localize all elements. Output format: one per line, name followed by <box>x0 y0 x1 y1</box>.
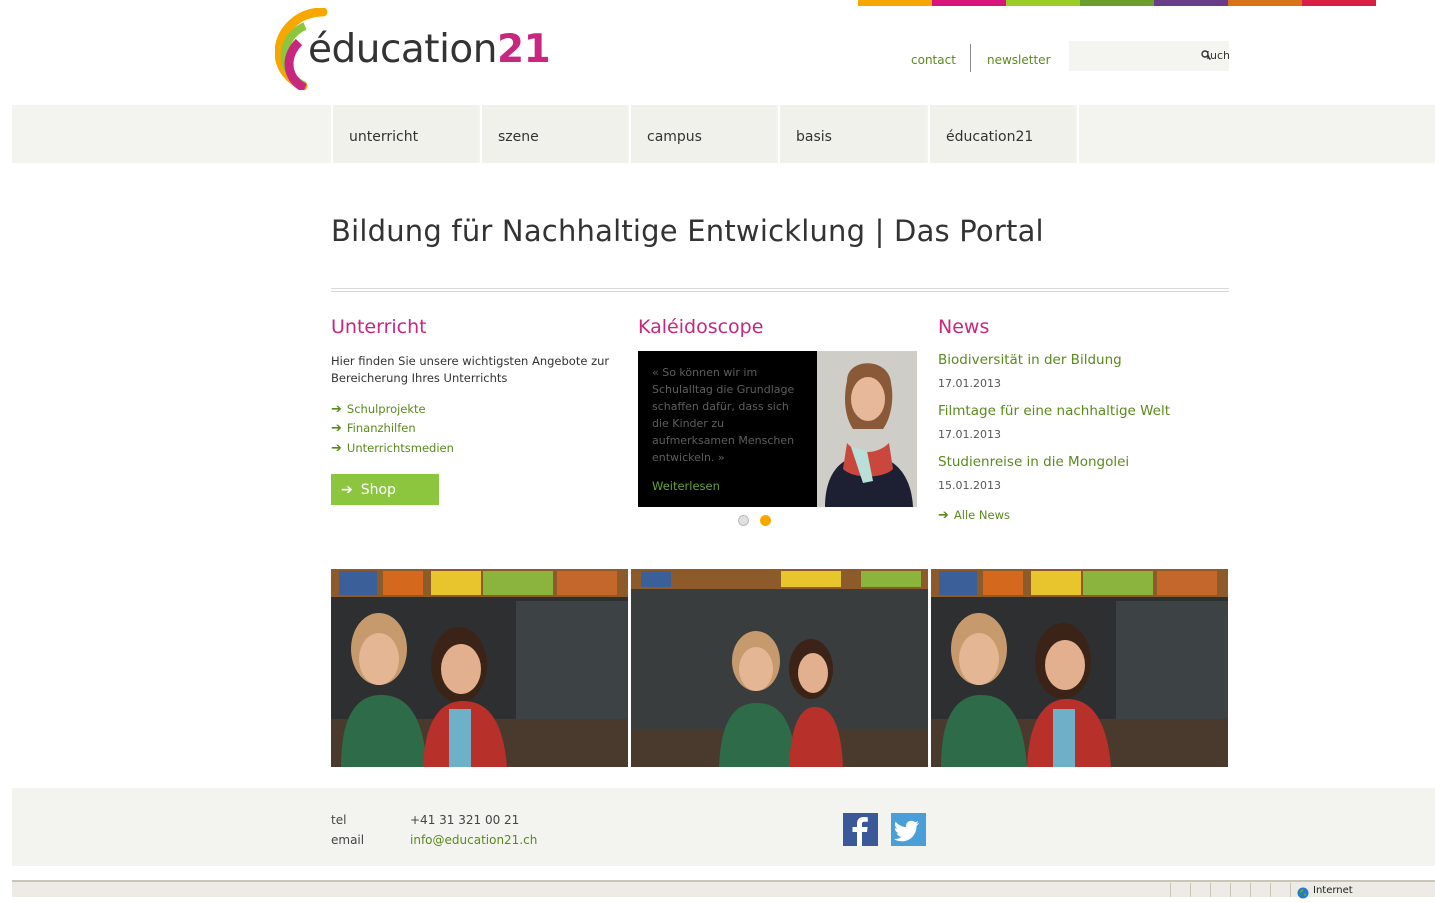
status-separator <box>1170 883 1171 897</box>
link-label: Schulprojekte <box>346 402 426 416</box>
link-label: Finanzhilfen <box>346 421 416 435</box>
tel-label: tel <box>331 813 347 827</box>
link-unterrichtsmedien[interactable]: ➔ Unterrichtsmedien <box>331 441 454 456</box>
kaleidoscope-quote: « So können wir im Schulalltag die Grund… <box>652 366 795 464</box>
status-separator <box>1250 883 1251 897</box>
classroom-photo <box>331 569 628 767</box>
color-strip <box>858 0 1376 6</box>
newsletter-link[interactable]: newsletter <box>987 53 1051 67</box>
unterricht-intro: Hier finden Sie unsere wichtigsten Angeb… <box>331 354 610 385</box>
browser-status-bar <box>12 880 1435 897</box>
site-logo[interactable]: éducation21 <box>275 8 551 90</box>
news-item-title[interactable]: Biodiversität in der Bildung <box>938 352 1122 368</box>
news-item-date: 17.01.2013 <box>938 428 1001 441</box>
divider <box>331 291 1229 292</box>
kaleidoscope-heading: Kaléidoscope <box>638 316 764 338</box>
shop-button[interactable]: ➔ Shop <box>331 474 439 505</box>
security-zone-label: Internet <box>1313 885 1353 896</box>
strip-segment <box>932 0 1006 6</box>
arrow-right-icon: ➔ <box>341 482 353 498</box>
nav-item-unterricht[interactable]: unterricht <box>331 105 478 163</box>
classroom-photo <box>931 569 1228 767</box>
header-divider <box>970 44 971 72</box>
status-separator <box>1290 883 1291 897</box>
arrow-right-icon: ➔ <box>331 421 342 436</box>
news-item-date: 15.01.2013 <box>938 479 1001 492</box>
arrow-right-icon: ➔ <box>331 441 342 456</box>
search-button[interactable]: Such <box>1201 47 1230 65</box>
portrait-image <box>817 351 917 507</box>
facebook-icon[interactable] <box>843 813 878 846</box>
shop-label: Shop <box>360 482 396 498</box>
news-item-title[interactable]: Studienreise in die Mongolei <box>938 454 1129 470</box>
unterricht-heading: Unterricht <box>331 316 427 338</box>
page-title: Bildung für Nachhaltige Entwicklung | Da… <box>331 214 1044 248</box>
nav-item-basis[interactable]: basis <box>778 105 925 163</box>
status-separator <box>1210 883 1211 897</box>
arrow-right-icon: ➔ <box>331 402 342 417</box>
arrow-right-icon: ➔ <box>938 508 949 523</box>
link-schulprojekte[interactable]: ➔ Schulprojekte <box>331 402 426 417</box>
status-separator <box>1230 883 1231 897</box>
email-link[interactable]: info@education21.ch <box>410 833 537 847</box>
link-finanzhilfen[interactable]: ➔ Finanzhilfen <box>331 421 416 436</box>
news-item-date: 17.01.2013 <box>938 377 1001 390</box>
all-news-link[interactable]: ➔ Alle News <box>938 508 1010 523</box>
contact-link[interactable]: contact <box>911 53 956 67</box>
search-box: Such <box>1069 41 1230 71</box>
link-label: Unterrichtsmedien <box>346 441 454 455</box>
strip-segment <box>858 0 932 6</box>
strip-segment <box>1154 0 1228 6</box>
footer <box>12 788 1435 866</box>
logo-text: éducation21 <box>308 27 551 72</box>
divider <box>331 288 1229 289</box>
email-label: email <box>331 833 365 847</box>
status-separator <box>1270 883 1271 897</box>
news-item-title[interactable]: Filmtage für eine nachhaltige Welt <box>938 403 1170 419</box>
strip-segment <box>1006 0 1080 6</box>
slide-dot-2-active[interactable] <box>760 515 771 526</box>
search-button-label: Such <box>1203 49 1230 62</box>
tel-value: +41 31 321 00 21 <box>410 813 520 827</box>
twitter-icon[interactable] <box>891 813 926 846</box>
nav-item-szene[interactable]: szene <box>480 105 627 163</box>
link-label: Alle News <box>953 508 1010 522</box>
nav-item-education21[interactable]: éducation21 <box>928 105 1075 163</box>
news-heading: News <box>938 316 990 338</box>
slide-dot-1[interactable] <box>738 515 749 526</box>
nav-divider <box>1077 105 1079 163</box>
classroom-photo <box>631 569 928 767</box>
strip-segment <box>1080 0 1154 6</box>
nav-item-campus[interactable]: campus <box>629 105 776 163</box>
strip-segment <box>1228 0 1302 6</box>
strip-segment <box>1302 0 1376 6</box>
globe-icon <box>1297 884 1309 899</box>
read-more-link[interactable]: Weiterlesen <box>652 479 720 493</box>
search-input[interactable] <box>1069 41 1199 71</box>
status-separator <box>1190 883 1191 897</box>
